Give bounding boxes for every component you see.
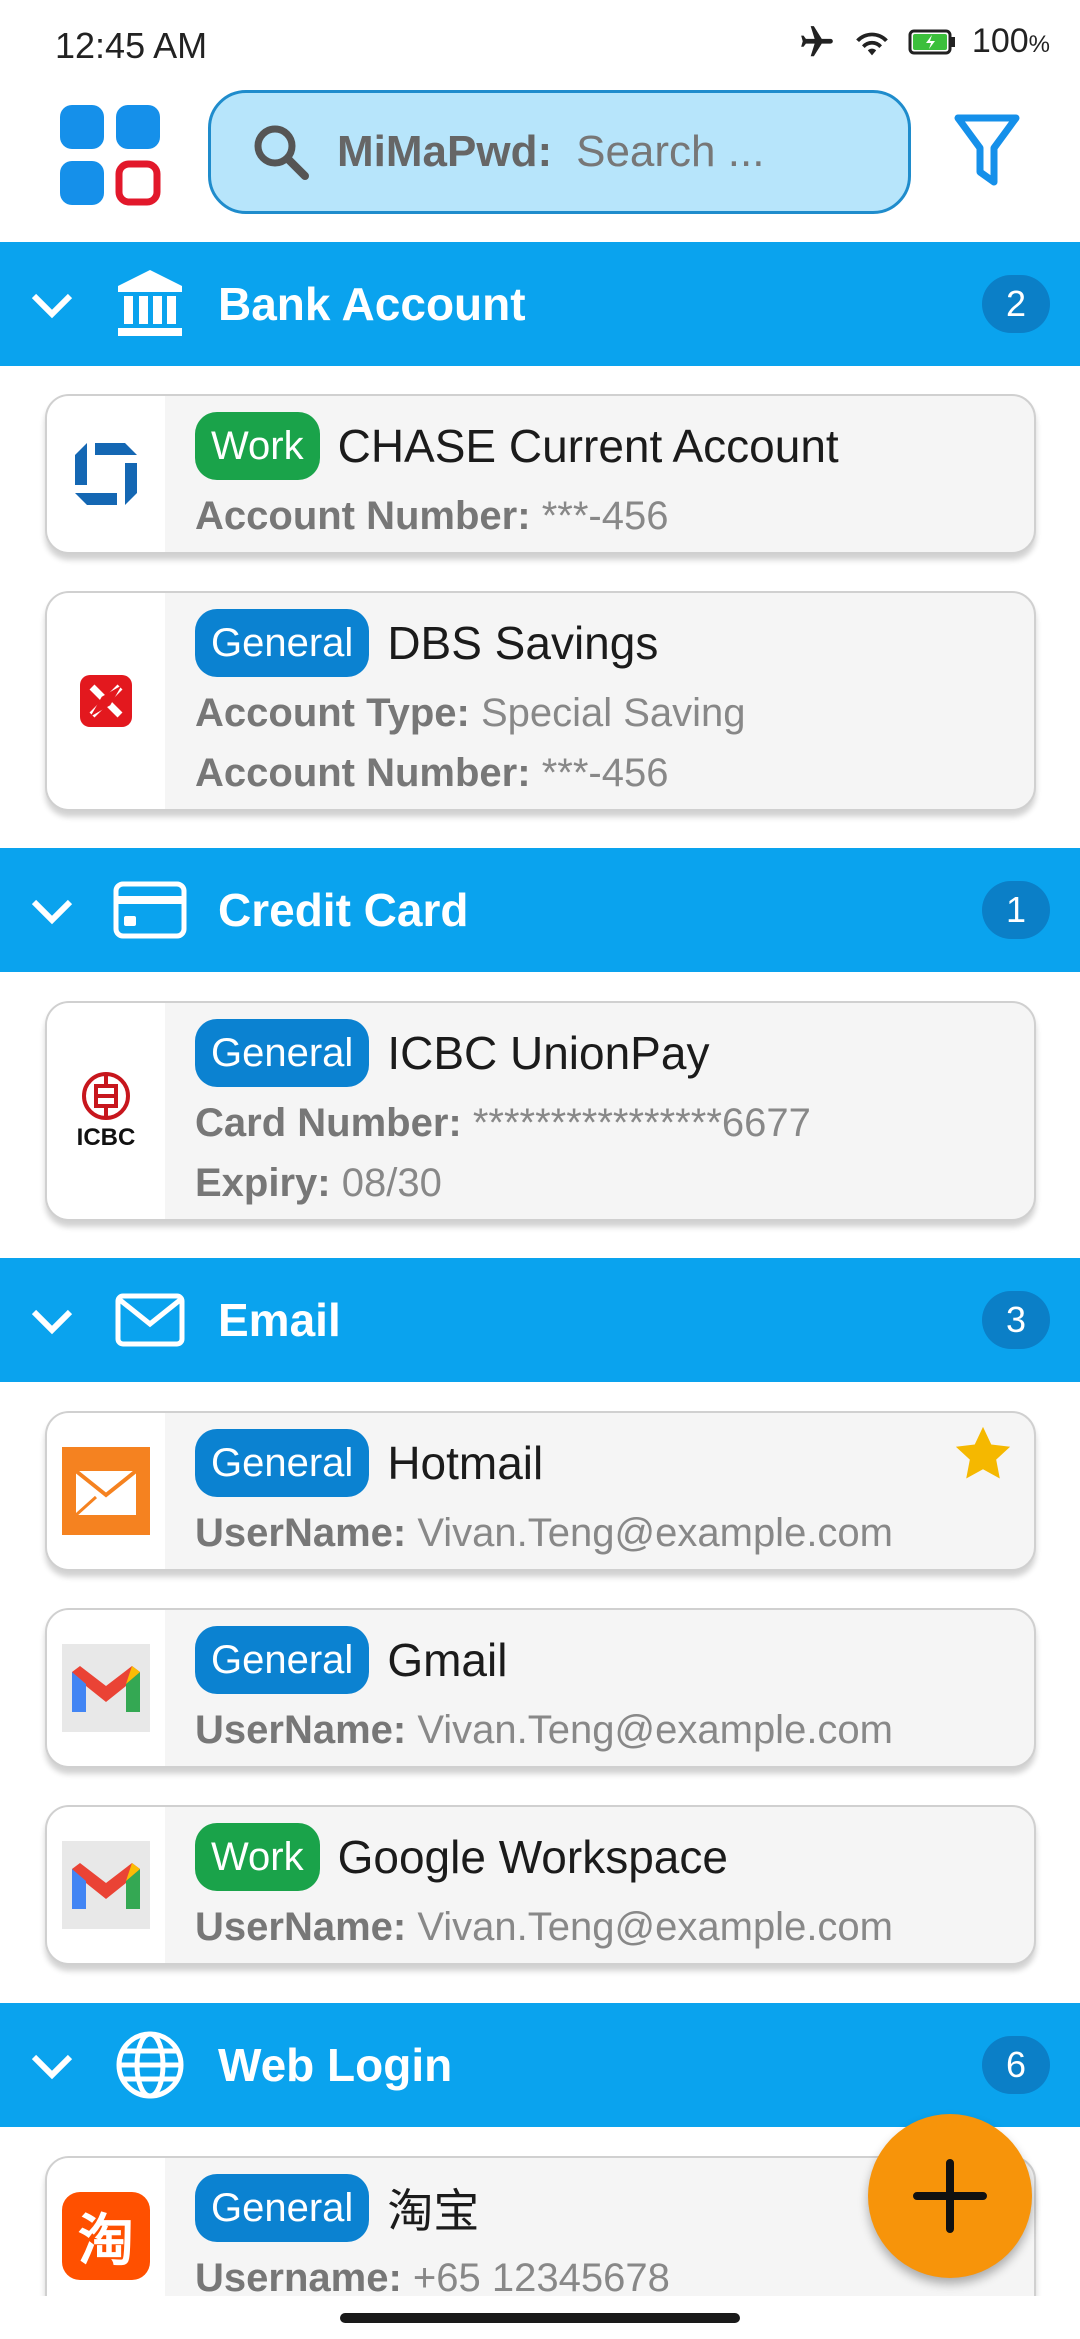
globe-icon xyxy=(116,2031,184,2099)
add-entry-button[interactable] xyxy=(868,2114,1032,2278)
entry-field: Card Number: ****************6677 xyxy=(195,1097,1014,1149)
section-title: Email xyxy=(218,1294,341,1346)
airplane-mode-icon xyxy=(801,25,833,56)
dbs-logo xyxy=(47,593,165,809)
entry-field: Account Number: ***-456 xyxy=(195,747,1014,799)
section-header-web-login[interactable]: Web Login 6 xyxy=(0,2003,1080,2127)
plus-icon xyxy=(913,2159,987,2233)
field-label: Account Number: xyxy=(195,751,531,795)
tag-badge: Work xyxy=(195,1823,320,1891)
battery-icon xyxy=(908,29,955,54)
favorite-star-icon[interactable] xyxy=(952,1423,1014,1485)
status-time: 12:45 AM xyxy=(55,25,208,66)
search-bar[interactable]: MiMaPwd: Search ... xyxy=(208,90,911,214)
tag-badge: General xyxy=(195,609,370,677)
wifi-icon xyxy=(856,32,888,55)
tag-badge: Work xyxy=(195,412,320,480)
entry-title: Gmail xyxy=(387,1634,508,1686)
chevron-down-icon[interactable] xyxy=(28,886,76,934)
tag-badge: General xyxy=(195,1429,370,1497)
entry-card-gmail[interactable]: General Gmail UserName: Vivan.Teng@examp… xyxy=(45,1608,1036,1768)
entry-field: UserName: Vivan.Teng@example.com xyxy=(195,1507,1014,1559)
section-header-email[interactable]: Email 3 xyxy=(0,1258,1080,1382)
entry-title: DBS Savings xyxy=(387,617,659,669)
entry-field: Account Type: Special Saving xyxy=(195,687,1014,739)
entry-title: ICBC UnionPay xyxy=(387,1027,710,1079)
field-label: Account Type: xyxy=(195,691,470,735)
field-label: Username: xyxy=(195,2256,402,2300)
entry-field: UserName: Vivan.Teng@example.com xyxy=(195,1901,1014,1953)
entry-title: CHASE Current Account xyxy=(337,420,839,472)
section-header-bank-account[interactable]: Bank Account 2 xyxy=(0,242,1080,366)
icbc-logo: ICBC xyxy=(47,1003,165,1219)
entry-card-hotmail[interactable]: General Hotmail UserName: Vivan.Teng@exa… xyxy=(45,1411,1036,1571)
field-label: Card Number: xyxy=(195,1101,462,1145)
field-value: Special Saving xyxy=(469,691,746,735)
tag-badge: General xyxy=(195,1626,370,1694)
entry-title: 淘宝 xyxy=(387,2185,480,2237)
section-header-credit-card[interactable]: Credit Card 1 xyxy=(0,848,1080,972)
field-value: ****************6677 xyxy=(461,1101,811,1145)
chevron-down-icon[interactable] xyxy=(28,280,76,328)
field-value: ***-456 xyxy=(530,751,669,795)
field-label: UserName: xyxy=(195,1511,407,1555)
icbc-logo-text: ICBC xyxy=(76,1124,136,1151)
battery-percent: 100 xyxy=(971,22,1029,60)
entry-title: Google Workspace xyxy=(337,1831,728,1883)
app-screen: 12:45 AM 100% MiMaPwd: Search ... Bank A… xyxy=(0,0,1080,2339)
tag-badge: General xyxy=(195,1019,370,1087)
section-count-badge: 1 xyxy=(982,881,1050,939)
search-app-prefix: MiMaPwd: xyxy=(337,127,553,176)
filter-icon[interactable] xyxy=(952,112,1022,192)
section-count-badge: 3 xyxy=(982,1291,1050,1349)
hotmail-logo xyxy=(47,1413,165,1569)
field-value: Vivan.Teng@example.com xyxy=(406,1905,893,1949)
chevron-down-icon[interactable] xyxy=(28,1296,76,1344)
search-placeholder[interactable]: Search ... xyxy=(576,127,764,177)
mail-icon xyxy=(115,1293,185,1347)
status-bar: 12:45 AM 100% xyxy=(0,0,1080,90)
section-title: Bank Account xyxy=(218,278,526,330)
field-label: UserName: xyxy=(195,1905,407,1949)
entry-card-dbs[interactable]: General DBS Savings Account Type: Specia… xyxy=(45,591,1036,811)
entry-field: Account Number: ***-456 xyxy=(195,490,1014,542)
tag-badge: General xyxy=(195,2174,370,2242)
home-indicator[interactable] xyxy=(340,2313,740,2323)
field-label: Account Number: xyxy=(195,494,531,538)
bank-icon xyxy=(118,270,182,336)
field-value: Vivan.Teng@example.com xyxy=(406,1511,893,1555)
entry-field: Expiry: 08/30 xyxy=(195,1157,1014,1209)
battery-unit: % xyxy=(1028,31,1050,58)
field-value: 08/30 xyxy=(330,1161,442,1205)
field-label: UserName: xyxy=(195,1708,407,1752)
field-value: ***-456 xyxy=(530,494,669,538)
top-app-bar: MiMaPwd: Search ... xyxy=(0,90,1080,240)
entry-field: UserName: Vivan.Teng@example.com xyxy=(195,1704,1014,1756)
taobao-logo-mark: 淘 xyxy=(62,2192,150,2280)
entry-card-icbc[interactable]: ICBC General ICBC UnionPay Card Number: … xyxy=(45,1001,1036,1221)
gmail-logo xyxy=(47,1610,165,1766)
gmail-logo xyxy=(47,1807,165,1963)
field-label: Expiry: xyxy=(195,1161,331,1205)
chase-logo xyxy=(47,396,165,552)
section-count-badge: 6 xyxy=(982,2036,1050,2094)
chevron-down-icon[interactable] xyxy=(28,2041,76,2089)
section-count-badge: 2 xyxy=(982,275,1050,333)
entry-card-chase[interactable]: Work CHASE Current Account Account Numbe… xyxy=(45,394,1036,554)
entry-card-google-workspace[interactable]: Work Google Workspace UserName: Vivan.Te… xyxy=(45,1805,1036,1965)
field-value: Vivan.Teng@example.com xyxy=(406,1708,893,1752)
status-icons: 100% xyxy=(798,22,1050,61)
credit-card-icon xyxy=(113,881,187,939)
section-title: Web Login xyxy=(218,2039,453,2091)
app-menu-icon[interactable] xyxy=(60,105,162,207)
field-value: +65 12345678 xyxy=(401,2256,670,2300)
search-icon xyxy=(254,125,309,180)
entry-title: Hotmail xyxy=(387,1437,544,1489)
section-title: Credit Card xyxy=(218,884,469,936)
